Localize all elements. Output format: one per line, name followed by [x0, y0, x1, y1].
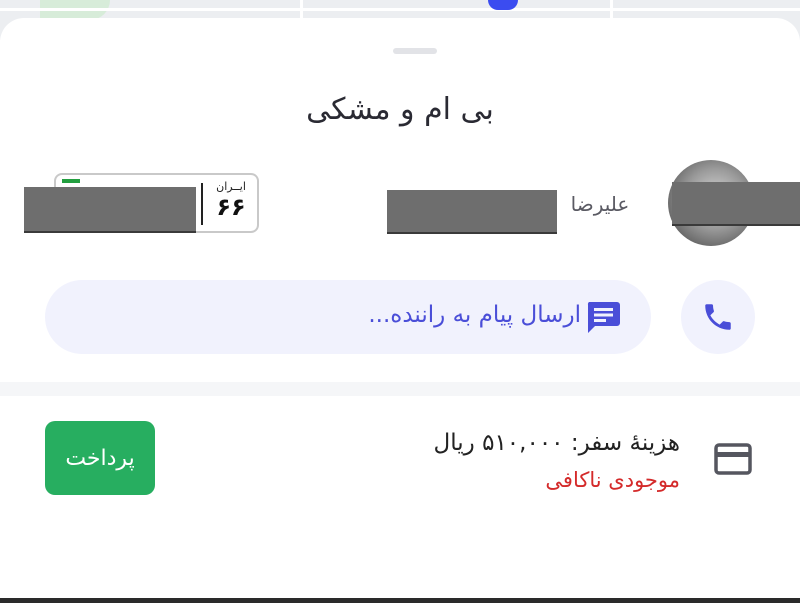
- plate-country: ایــران: [216, 180, 246, 193]
- balance-status: موجودی ناکافی: [545, 468, 680, 492]
- trip-fare: هزینهٔ سفر: ۵۱۰,۰۰۰ ریال: [433, 430, 680, 456]
- bottom-edge: [0, 598, 800, 603]
- redacted-driver-info: [672, 182, 800, 224]
- driver-name: علیرضا: [570, 192, 630, 216]
- plate-region-code: ۶۶: [216, 193, 246, 221]
- redacted-driver-surname: [387, 190, 557, 232]
- phone-icon: [705, 304, 731, 330]
- chat-icon: [585, 300, 621, 334]
- section-divider: [0, 382, 800, 396]
- redacted-plate-number: [24, 187, 196, 231]
- car-title: بی ام و مشکی: [306, 92, 494, 127]
- call-driver-button[interactable]: [681, 280, 755, 354]
- plate-divider: [201, 183, 203, 225]
- pay-button[interactable]: پرداخت: [45, 421, 155, 495]
- message-driver-button[interactable]: ارسال پیام به راننده...: [45, 280, 651, 354]
- sheet-drag-handle[interactable]: [393, 48, 437, 54]
- credit-card-icon: [714, 443, 752, 475]
- map-road: [0, 8, 800, 11]
- message-placeholder: ارسال پیام به راننده...: [368, 302, 581, 328]
